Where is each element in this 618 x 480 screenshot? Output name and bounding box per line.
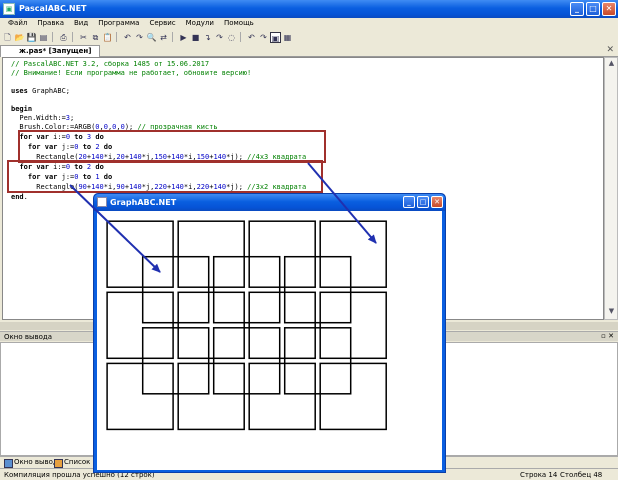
paste-icon[interactable]: 📋 bbox=[102, 32, 113, 43]
graphabc-titlebar: GraphABC.NET _ □ ✕ bbox=[94, 194, 445, 211]
toolbar-separator bbox=[240, 32, 243, 42]
highlight-box-loop-1 bbox=[18, 130, 326, 163]
form-designer-icon[interactable]: ▣ bbox=[270, 31, 281, 43]
code-line: end. bbox=[11, 193, 28, 201]
editor-vertical-scrollbar[interactable]: ▲ ▼ bbox=[604, 57, 618, 320]
output-panel-controls: ▫ ✕ bbox=[601, 332, 614, 340]
menu-file[interactable]: Файл bbox=[3, 18, 32, 30]
square-3x2-grid bbox=[141, 327, 210, 395]
find-icon[interactable]: 🔍 bbox=[146, 32, 157, 43]
toolbar-separator bbox=[52, 32, 55, 42]
step-into-icon[interactable]: ↴ bbox=[202, 32, 213, 43]
square-4x3-grid bbox=[319, 220, 387, 288]
graphabc-window[interactable]: GraphABC.NET _ □ ✕ bbox=[93, 193, 446, 473]
close-panel-icon[interactable]: ✕ bbox=[608, 332, 614, 340]
menu-modules[interactable]: Модули bbox=[181, 18, 219, 30]
square-4x3-grid bbox=[248, 362, 316, 431]
graphabc-title: GraphABC.NET bbox=[110, 198, 177, 207]
toolbar-separator bbox=[72, 32, 75, 42]
redo-icon[interactable]: ↷ bbox=[134, 32, 145, 43]
square-4x3-grid bbox=[106, 220, 174, 288]
open-folder-icon[interactable]: 📂 bbox=[14, 32, 25, 43]
square-4x3-grid bbox=[106, 362, 174, 431]
redo-icon[interactable]: ↷ bbox=[258, 32, 269, 43]
graphabc-minimize-button[interactable]: _ bbox=[403, 196, 415, 208]
scroll-down-icon[interactable]: ▼ bbox=[606, 307, 617, 318]
toolbar-separator bbox=[116, 32, 119, 42]
copy-icon[interactable]: ⧉ bbox=[90, 32, 101, 43]
replace-icon[interactable]: ⇄ bbox=[158, 32, 169, 43]
highlight-box-loop-2 bbox=[7, 160, 323, 193]
status-column: Столбец 48 bbox=[560, 471, 603, 479]
save-all-icon[interactable]: ▤ bbox=[38, 32, 49, 43]
window-controls: _ □ ✕ bbox=[570, 2, 616, 16]
graphabc-canvas bbox=[97, 211, 442, 470]
options-icon[interactable]: ▦ bbox=[282, 32, 293, 43]
pin-icon[interactable]: ▫ bbox=[601, 332, 606, 340]
graphabc-close-button[interactable]: ✕ bbox=[431, 196, 443, 208]
menu-program[interactable]: Программа bbox=[93, 18, 144, 30]
square-4x3-grid bbox=[248, 220, 316, 288]
square-4x3-grid bbox=[106, 291, 174, 360]
code-line: begin bbox=[11, 105, 33, 113]
code-line: Pen.Width:=3; bbox=[11, 114, 75, 122]
square-4x3-grid bbox=[248, 291, 316, 360]
close-button[interactable]: ✕ bbox=[602, 2, 616, 16]
minimize-button[interactable]: _ bbox=[570, 2, 584, 16]
code-line: // PascalABC.NET 3.2, сборка 1485 от 15.… bbox=[11, 60, 210, 68]
square-4x3-grid bbox=[319, 362, 387, 431]
square-3x2-grid bbox=[212, 255, 281, 324]
status-line: Строка 14 bbox=[520, 471, 558, 479]
square-4x3-grid bbox=[177, 291, 245, 360]
breakpoint-icon[interactable]: ◌ bbox=[226, 32, 237, 43]
square-4x3-grid bbox=[177, 220, 245, 288]
close-tab-icon[interactable]: ✕ bbox=[606, 45, 614, 55]
stop-icon[interactable]: ■ bbox=[190, 32, 201, 43]
code-line: // Внимание! Если программа не работает,… bbox=[11, 69, 252, 77]
undo-icon[interactable]: ↶ bbox=[246, 32, 257, 43]
tab-editor-file[interactable]: ж.pas* [Запущен] bbox=[0, 45, 101, 57]
output-panel-title: Окно вывода bbox=[4, 333, 53, 341]
menu-help[interactable]: Помощь bbox=[219, 18, 259, 30]
graphabc-window-controls: _ □ ✕ bbox=[403, 196, 443, 208]
tab-label: ж.pas* [Запущен] bbox=[19, 47, 92, 55]
menu-view[interactable]: Вид bbox=[69, 18, 93, 30]
code-line: uses GraphABC; bbox=[11, 87, 71, 95]
app-icon: ▣ bbox=[3, 3, 15, 15]
print-icon[interactable]: ⎙ bbox=[58, 32, 69, 43]
square-4x3-grid bbox=[319, 291, 387, 360]
run-icon[interactable]: ▶ bbox=[178, 32, 189, 43]
menu-bar: Файл Правка Вид Программа Сервис Модули … bbox=[0, 18, 618, 30]
window-title: PascalABC.NET bbox=[19, 4, 87, 13]
menu-service[interactable]: Сервис bbox=[144, 18, 180, 30]
main-titlebar: ▣ PascalABC.NET _ □ ✕ bbox=[0, 0, 618, 18]
toolbar: 🗋 📂 💾 ▤ ⎙ ✂ ⧉ 📋 ↶ ↷ 🔍 ⇄ ▶ ■ ↴ ↷ ◌ ↶ ↷ ▣ … bbox=[0, 30, 618, 44]
editor-tabstrip: ж.pas* [Запущен] ✕ bbox=[0, 45, 618, 57]
toolbar-separator bbox=[172, 32, 175, 42]
menu-edit[interactable]: Правка bbox=[32, 18, 69, 30]
square-4x3-grid bbox=[177, 362, 245, 431]
scroll-up-icon[interactable]: ▲ bbox=[606, 59, 617, 70]
square-3x2-grid bbox=[283, 255, 352, 324]
maximize-button[interactable]: □ bbox=[586, 2, 600, 16]
save-icon[interactable]: 💾 bbox=[26, 32, 37, 43]
undo-icon[interactable]: ↶ bbox=[122, 32, 133, 43]
square-3x2-grid bbox=[141, 255, 210, 324]
square-3x2-grid bbox=[283, 327, 352, 395]
graphabc-app-icon bbox=[97, 197, 107, 207]
new-file-icon[interactable]: 🗋 bbox=[2, 32, 13, 43]
step-over-icon[interactable]: ↷ bbox=[214, 32, 225, 43]
cut-icon[interactable]: ✂ bbox=[78, 32, 89, 43]
graphabc-maximize-button[interactable]: □ bbox=[417, 196, 429, 208]
square-3x2-grid bbox=[212, 327, 281, 395]
